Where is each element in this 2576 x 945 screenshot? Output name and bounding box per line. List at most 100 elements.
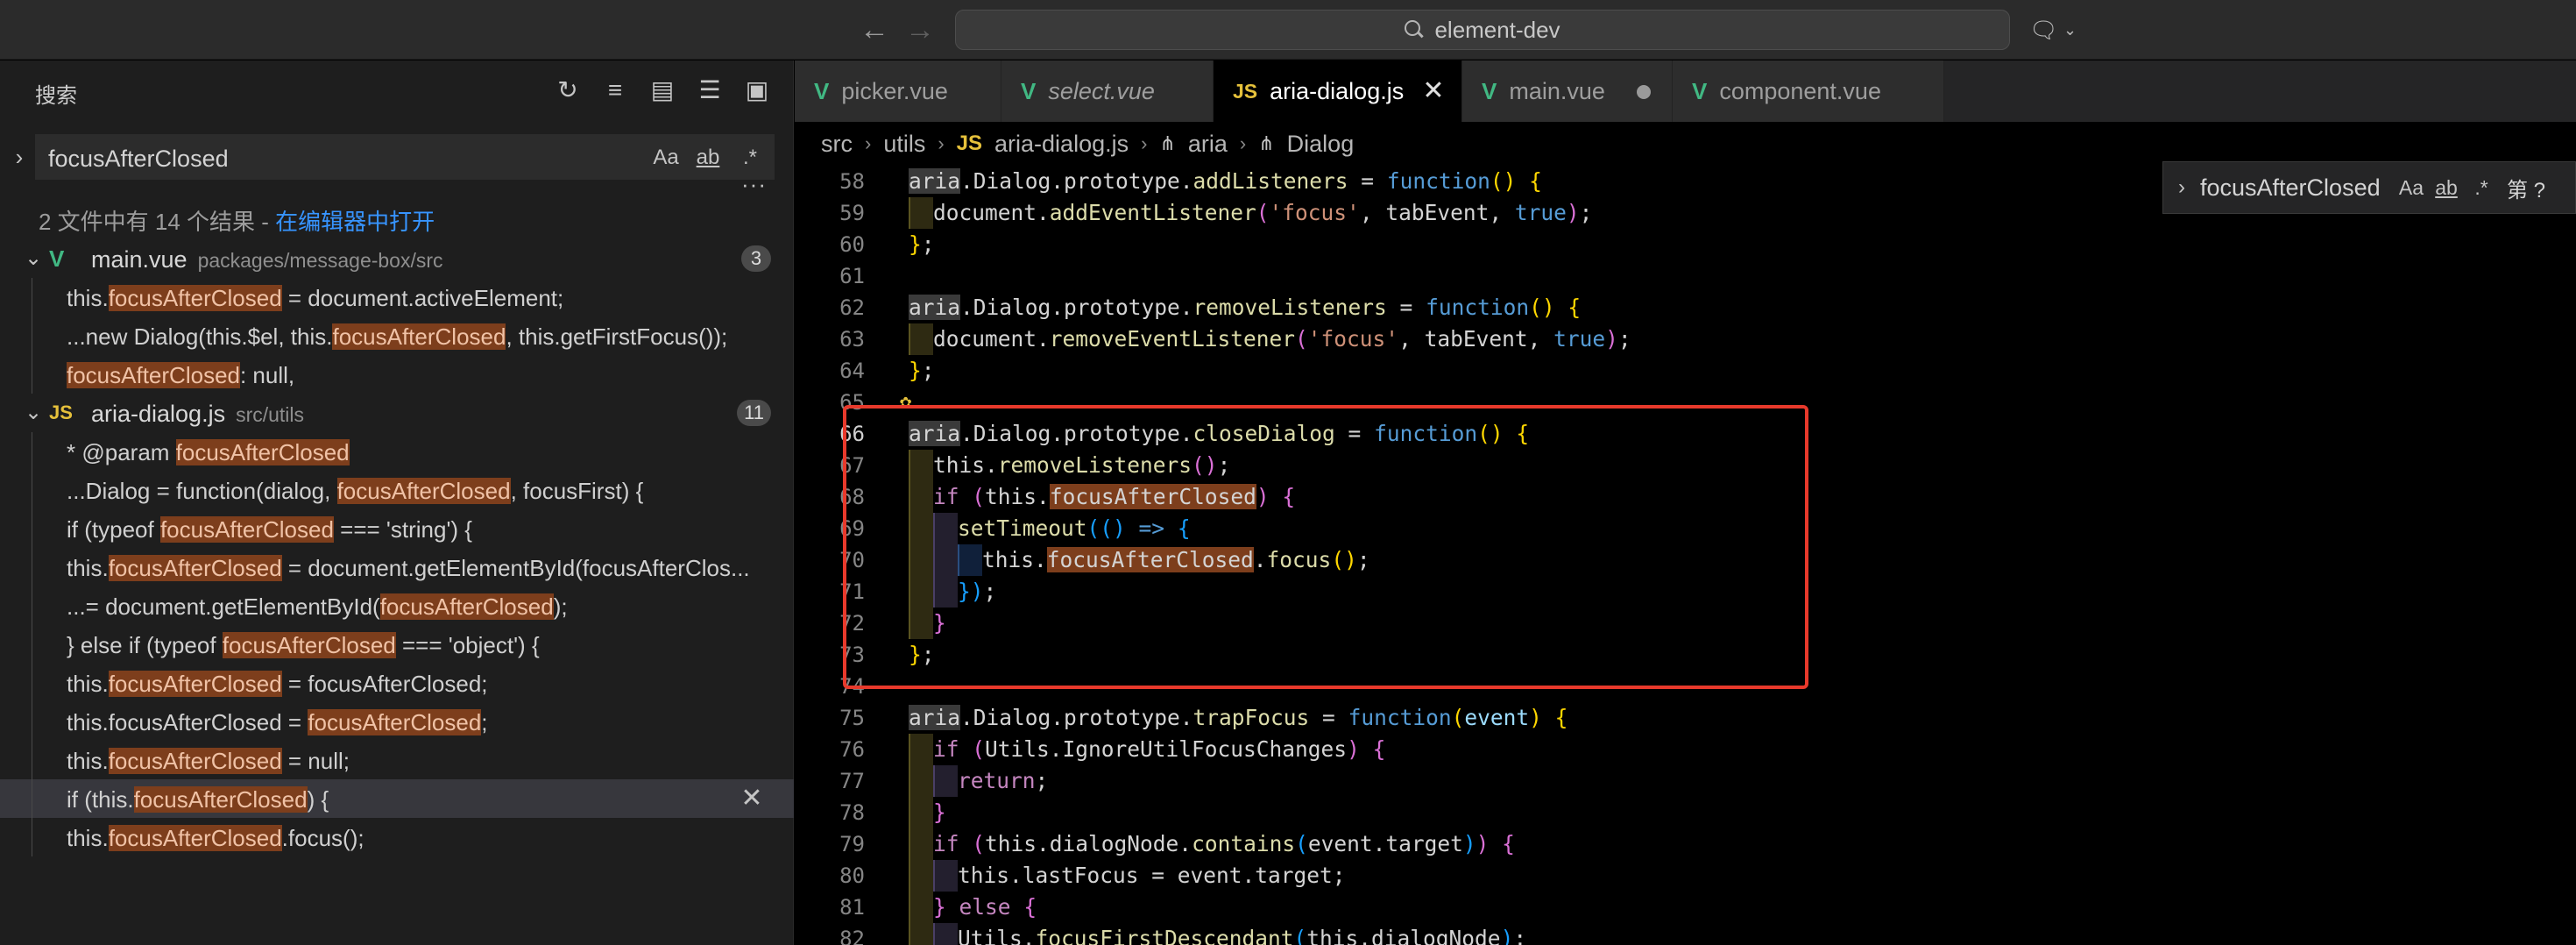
collapse-all-icon[interactable]: ☰ bbox=[694, 75, 725, 106]
result-match-row[interactable]: this.focusAfterClosed = document.activeE… bbox=[0, 278, 794, 316]
copilot-chat-button[interactable]: 🗨 ⌄ bbox=[2029, 12, 2077, 47]
breadcrumb-item[interactable]: aria bbox=[1188, 131, 1228, 158]
line-number: 70 bbox=[839, 548, 865, 572]
use-regex-icon[interactable]: .* bbox=[2468, 172, 2495, 203]
code-line: 74 bbox=[795, 671, 2576, 702]
copilot-chat-icon: 🗨 bbox=[2029, 16, 2059, 43]
result-match-row[interactable]: if (typeof focusAfterClosed === 'string'… bbox=[0, 509, 794, 548]
code-line: 69 setTimeout(() => { bbox=[795, 513, 2576, 544]
code-line: 79 if (this.dialogNode.contains(event.ta… bbox=[795, 828, 2576, 860]
toggle-replace-chevron-icon[interactable]: › bbox=[7, 141, 32, 173]
breadcrumb-item[interactable]: aria-dialog.js bbox=[994, 131, 1129, 158]
unsaved-dot-icon[interactable] bbox=[1637, 85, 1651, 99]
line-number: 60 bbox=[839, 232, 865, 257]
tab-component-vue[interactable]: V component.vue bbox=[1673, 60, 1944, 122]
line-number: 58 bbox=[839, 169, 865, 194]
code-line: 76 if (Utils.IgnoreUtilFocusChanges) { bbox=[795, 734, 2576, 765]
line-number: 67 bbox=[839, 453, 865, 478]
toggle-replace-chevron-icon[interactable]: › bbox=[2169, 175, 2195, 200]
code-line: 72 } bbox=[795, 608, 2576, 639]
result-tree: ⌄ V main.vue packages/message-box/src 3 t… bbox=[0, 239, 794, 856]
search-input[interactable]: focusAfterClosed Aa ab .* bbox=[35, 134, 775, 180]
result-summary: 2 文件中有 14 个结果 - 在编辑器中打开 bbox=[39, 204, 435, 237]
line-number: 61 bbox=[839, 264, 865, 288]
line-number: 64 bbox=[839, 359, 865, 383]
breadcrumb-item[interactable]: src bbox=[821, 131, 853, 158]
tab-aria-dialog-js[interactable]: JS aria-dialog.js ✕ bbox=[1214, 60, 1462, 122]
result-match-row[interactable]: this.focusAfterClosed = document.getElem… bbox=[0, 548, 794, 586]
tab-main-vue[interactable]: V main.vue bbox=[1462, 60, 1673, 122]
chevron-down-icon: ⌄ bbox=[2063, 20, 2077, 39]
code-line: 63 document.removeEventListener('focus',… bbox=[795, 323, 2576, 355]
toggle-search-details-icon[interactable]: ··· bbox=[741, 171, 767, 198]
command-center-search[interactable]: element-dev bbox=[955, 10, 2010, 50]
vue-file-icon: V bbox=[1692, 77, 1708, 104]
vue-file-icon: V bbox=[814, 77, 830, 104]
code-line: 68 if (this.focusAfterClosed) { bbox=[795, 481, 2576, 513]
close-tab-icon[interactable]: ✕ bbox=[1418, 75, 1449, 107]
code-line: 70 this.focusAfterClosed.focus(); bbox=[795, 544, 2576, 576]
workspace-name: element-dev bbox=[1434, 16, 1560, 43]
line-number: 62 bbox=[839, 295, 865, 320]
breadcrumb-item[interactable]: utils bbox=[883, 131, 925, 158]
result-match-row[interactable]: this.focusAfterClosed.focus(); bbox=[0, 818, 794, 856]
match-case-icon[interactable]: Aa bbox=[651, 142, 681, 174]
result-match-row[interactable]: } else if (typeof focusAfterClosed === '… bbox=[0, 625, 794, 664]
result-match-row[interactable]: this.focusAfterClosed = focusAfterClosed… bbox=[0, 664, 794, 702]
vue-file-icon: V bbox=[1021, 77, 1037, 104]
breadcrumb: src › utils › JS aria-dialog.js › ⋔ aria… bbox=[795, 122, 2576, 166]
use-regex-icon[interactable]: .* bbox=[735, 142, 765, 174]
chevron-right-icon: › bbox=[865, 132, 872, 154]
result-count-text: 2 文件中有 14 个结果 - bbox=[39, 209, 276, 235]
js-file-icon: JS bbox=[49, 401, 73, 423]
chevron-right-icon: › bbox=[938, 132, 945, 154]
match-whole-word-icon[interactable]: ab bbox=[693, 142, 723, 174]
code-line: 73 }; bbox=[795, 639, 2576, 671]
result-file-row[interactable]: ⌄ JS aria-dialog.js src/utils 11 bbox=[0, 394, 794, 432]
line-number: 79 bbox=[839, 832, 865, 856]
result-match-row[interactable]: * @param focusAfterClosed bbox=[0, 432, 794, 471]
line-number: 73 bbox=[839, 643, 865, 667]
result-match-row[interactable]: focusAfterClosed: null, bbox=[0, 355, 794, 394]
sidebar-header: 搜索 ↻ ≡ ▤ ☰ ▣ bbox=[0, 60, 794, 124]
refresh-icon[interactable]: ↻ bbox=[552, 75, 584, 106]
breadcrumb-item[interactable]: Dialog bbox=[1287, 131, 1355, 158]
result-file-path: src/utils bbox=[236, 403, 305, 426]
find-input[interactable]: focusAfterClosed bbox=[2200, 174, 2393, 202]
result-match-row[interactable]: ...new Dialog(this.$el, this.focusAfterC… bbox=[0, 316, 794, 355]
new-search-editor-icon[interactable]: ▤ bbox=[647, 75, 678, 106]
code-line-current: 66 aria.Dialog.prototype.closeDialog = f… bbox=[795, 418, 2576, 450]
code-line: 77 return; bbox=[795, 765, 2576, 797]
code-editor[interactable]: 58 aria.Dialog.prototype.addListeners = … bbox=[795, 166, 2576, 945]
chevron-down-icon[interactable]: ⌄ bbox=[21, 243, 46, 274]
result-match-row[interactable]: ...= document.getElementById(focusAfterC… bbox=[0, 586, 794, 625]
match-whole-word-icon[interactable]: ab bbox=[2433, 172, 2459, 203]
code-line: 71 }); bbox=[795, 576, 2576, 608]
line-number: 68 bbox=[839, 485, 865, 509]
result-file-row[interactable]: ⌄ V main.vue packages/message-box/src 3 bbox=[0, 239, 794, 278]
search-input-value: focusAfterClosed bbox=[48, 146, 229, 172]
dismiss-result-icon[interactable]: ✕ bbox=[736, 783, 768, 814]
view-as-tree-icon[interactable]: ▣ bbox=[741, 75, 773, 106]
vue-file-icon: V bbox=[1482, 77, 1497, 104]
search-row: › focusAfterClosed Aa ab .* bbox=[0, 132, 794, 181]
result-match-row-selected[interactable]: if (this.focusAfterClosed) {✕ bbox=[0, 779, 794, 818]
arrow-right-icon[interactable]: → bbox=[902, 12, 938, 47]
code-line: 75 aria.Dialog.prototype.trapFocus = fun… bbox=[795, 702, 2576, 734]
tab-select-vue[interactable]: V select.vue bbox=[1001, 60, 1214, 122]
result-match-row[interactable]: this.focusAfterClosed = null; bbox=[0, 741, 794, 779]
open-in-editor-link[interactable]: 在编辑器中打开 bbox=[275, 209, 435, 235]
lightbulb-icon[interactable]: ✿ bbox=[900, 387, 924, 418]
match-case-icon[interactable]: Aa bbox=[2398, 172, 2424, 203]
vue-file-icon: V bbox=[49, 245, 65, 272]
result-match-row[interactable]: ...Dialog = function(dialog, focusAfterC… bbox=[0, 471, 794, 509]
line-number: 81 bbox=[839, 895, 865, 920]
tab-label: picker.vue bbox=[841, 77, 948, 104]
clear-results-icon[interactable]: ≡ bbox=[599, 75, 631, 106]
code-line: 78 } bbox=[795, 797, 2576, 828]
chevron-down-icon[interactable]: ⌄ bbox=[21, 397, 46, 429]
arrow-left-icon[interactable]: ← bbox=[857, 12, 892, 47]
code-line: 81 } else { bbox=[795, 892, 2576, 923]
tab-picker-vue[interactable]: V picker.vue bbox=[795, 60, 1001, 122]
result-match-row[interactable]: this.focusAfterClosed = focusAfterClosed… bbox=[0, 702, 794, 741]
